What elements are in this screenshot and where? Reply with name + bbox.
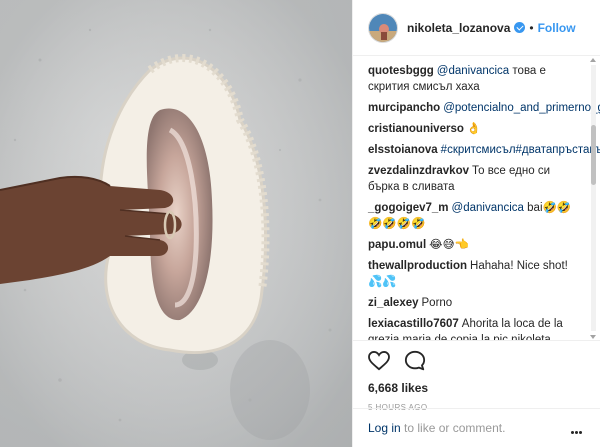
comment-text: Porno <box>421 297 453 309</box>
comment-item: elsstoianova#скритсмисъл#дватапръставътр… <box>368 142 600 158</box>
comment-item: cristianouniverso 👌 <box>368 121 583 137</box>
comment-username[interactable]: papu.omul <box>368 239 426 251</box>
scroll-up-arrow-icon[interactable] <box>590 58 596 62</box>
login-prompt-text: to like or comment. <box>400 421 506 435</box>
verified-badge-icon <box>514 22 526 33</box>
comment-item: thewallproduction Hahaha! Nice shot! 💦💦 <box>368 258 583 290</box>
comment-text: 😂😅👈 <box>429 239 469 251</box>
avatar[interactable] <box>368 12 398 43</box>
heart-icon[interactable] <box>368 351 390 371</box>
comment-username[interactable]: quotesbggg <box>368 65 434 77</box>
comment-item: zvezdalinzdravkov То все едно си бърка в … <box>368 163 583 195</box>
separator-dot: • <box>529 20 534 35</box>
scrollbar-track[interactable] <box>591 65 596 331</box>
scroll-down-arrow-icon[interactable] <box>590 335 596 339</box>
comment-username[interactable]: zi_alexey <box>368 297 419 309</box>
comment-mention[interactable]: @potencialno_and_primerno_guze <box>443 102 600 114</box>
comment-icon[interactable] <box>404 350 426 372</box>
comment-mention[interactable]: @danivancica <box>437 65 509 77</box>
username-link[interactable]: nikoleta_lozanova <box>407 21 510 35</box>
comment-item: zi_alexey Porno <box>368 295 583 311</box>
comment-username[interactable]: cristianouniverso <box>368 123 464 135</box>
comment-hashtag[interactable]: #скритсмисъл#дватапръставътре <box>441 144 600 156</box>
comment-item: quotesbggg @danivancica това е скрития см… <box>368 63 583 95</box>
post-actions: 6,668 likes 5 HOURS AGO <box>353 340 600 412</box>
comment-item: lexiacastillo7607 Ahorita la loca de la g… <box>368 316 583 340</box>
post-photo[interactable] <box>0 0 352 447</box>
comment-username[interactable]: murcipancho <box>368 102 440 114</box>
likes-count[interactable]: 6,668 likes <box>368 381 586 395</box>
comments-list[interactable]: quotesbggg @danivancica това е скрития см… <box>353 57 600 340</box>
comment-mention[interactable]: @danivancica <box>452 202 524 214</box>
avatar-image <box>369 13 397 42</box>
comment-username[interactable]: thewallproduction <box>368 260 467 272</box>
comments-scrollbar[interactable] <box>588 57 598 340</box>
post-header: nikoleta_lozanova • Follow <box>353 0 600 56</box>
comment-username[interactable]: lexiacastillo7607 <box>368 318 459 330</box>
comment-item: _gogoigev7_m @danivancica bai🤣🤣🤣🤣🤣🤣 <box>368 200 583 232</box>
comment-text: 👌 <box>466 123 482 135</box>
action-icons <box>368 349 586 373</box>
comment-username[interactable]: zvezdalinzdravkov <box>368 165 469 177</box>
login-link[interactable]: Log in <box>368 421 401 435</box>
more-options-icon[interactable] <box>571 423 583 437</box>
comment-username[interactable]: elsstoianova <box>368 144 438 156</box>
shell-in-sand-image <box>0 0 352 447</box>
comment-username[interactable]: _gogoigev7_m <box>368 202 449 214</box>
comment-item: murcipancho@potencialno_and_primerno_guz… <box>368 100 600 116</box>
comment-item: papu.omul 😂😅👈 <box>368 237 583 253</box>
follow-button[interactable]: Follow <box>538 21 576 35</box>
scrollbar-thumb[interactable] <box>591 125 596 185</box>
login-prompt: Log in to like or comment. <box>353 408 600 447</box>
post-sidebar: nikoleta_lozanova • Follow quotesbggg @da… <box>352 0 600 447</box>
